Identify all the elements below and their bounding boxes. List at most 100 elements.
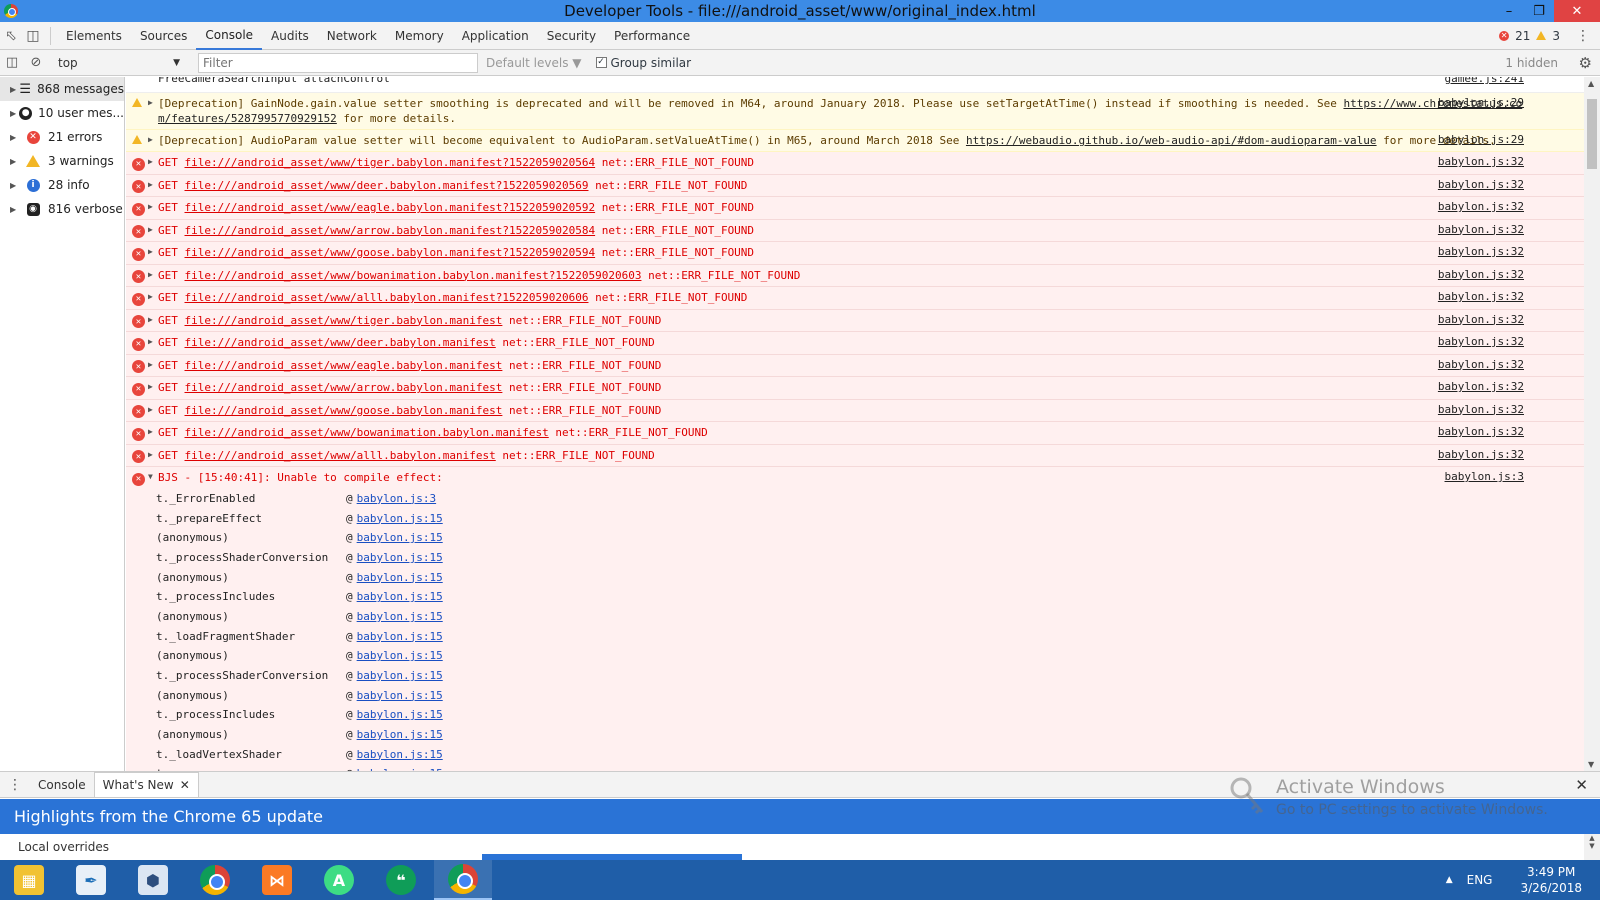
expand-arrow-icon[interactable]: ▶ <box>148 448 158 464</box>
filter-input[interactable] <box>198 52 478 73</box>
frame-location-link[interactable]: babylon.js:3 <box>357 492 436 505</box>
error-url[interactable]: file:///android_asset/www/bowanimation.b… <box>185 426 549 439</box>
console-scrollbar[interactable]: ▲ ▼ <box>1584 77 1600 771</box>
source-link[interactable]: babylon.js:29 <box>1438 96 1524 109</box>
frame-location-link[interactable]: babylon.js:15 <box>357 630 443 643</box>
error-url[interactable]: file:///android_asset/www/arrow.babylon.… <box>185 381 503 394</box>
source-link[interactable]: babylon.js:32 <box>1438 178 1524 191</box>
error-url[interactable]: file:///android_asset/www/deer.babylon.m… <box>185 179 589 192</box>
clear-console-icon[interactable]: ⊘ <box>24 50 48 76</box>
expanded-arrow-icon[interactable]: ▼ <box>148 470 158 486</box>
frame-location-link[interactable]: babylon.js:15 <box>357 571 443 584</box>
source-link[interactable]: babylon.js:29 <box>1438 133 1524 146</box>
source-link[interactable]: babylon.js:32 <box>1438 335 1524 348</box>
frame-location-link[interactable]: babylon.js:15 <box>357 512 443 525</box>
expand-arrow-icon[interactable]: ▶ <box>148 380 158 396</box>
scroll-up-icon[interactable]: ▲ <box>1588 79 1594 88</box>
frame-location-link[interactable]: babylon.js:15 <box>357 610 443 623</box>
sidebar-item-info[interactable]: ▶ i 28 info <box>0 173 124 197</box>
source-link[interactable]: babylon.js:32 <box>1438 223 1524 236</box>
source-link[interactable]: babylon.js:32 <box>1438 403 1524 416</box>
bjs-error-row[interactable]: ✕ ▼ BJS - [15:40:41]: Unable to compile … <box>126 467 1584 489</box>
expand-arrow-icon[interactable]: ▶ <box>10 109 19 118</box>
error-row[interactable]: ✕ ▶ GET file:///android_asset/www/bowanima… <box>126 264 1584 287</box>
error-url[interactable]: file:///android_asset/www/tiger.babylon.… <box>185 156 596 169</box>
feather-app-icon[interactable]: ✒ <box>62 860 120 900</box>
clock[interactable]: 3:49 PM 3/26/2018 <box>1520 864 1582 896</box>
expand-arrow-icon[interactable]: ▶ <box>148 290 158 306</box>
error-url[interactable]: file:///android_asset/www/tiger.babylon.… <box>185 314 503 327</box>
device-toolbar-icon[interactable]: ◫ <box>22 22 44 50</box>
frame-location-link[interactable]: babylon.js:15 <box>357 590 443 603</box>
expand-arrow-icon[interactable]: ▶ <box>10 85 19 94</box>
drawer-tab-whats-new[interactable]: What's New ✕ <box>93 772 199 797</box>
restore-button[interactable]: ❐ <box>1524 0 1554 22</box>
frame-location-link[interactable]: babylon.js:15 <box>357 748 443 761</box>
expand-arrow-icon[interactable]: ▶ <box>148 403 158 419</box>
error-row[interactable]: ✕ ▶ GET file:///android_asset/www/bowanima… <box>126 422 1584 445</box>
warning-row[interactable]: ▶ [Deprecation] GainNode.gain.value sette… <box>126 93 1584 130</box>
source-link[interactable]: babylon.js:3 <box>1445 470 1524 483</box>
close-drawer-icon[interactable]: ✕ <box>1575 776 1588 794</box>
language-indicator[interactable]: ENG <box>1467 873 1493 887</box>
drawer-tab-console[interactable]: Console <box>30 772 94 797</box>
frame-location-link[interactable]: babylon.js:15 <box>357 728 443 741</box>
tab-memory[interactable]: Memory <box>386 22 453 50</box>
source-link[interactable]: babylon.js:32 <box>1438 268 1524 281</box>
close-window-button[interactable]: ✕ <box>1554 0 1600 22</box>
error-row[interactable]: ✕ ▶ GET file:///android_asset/www/goose.ba… <box>126 242 1584 265</box>
error-url[interactable]: file:///android_asset/www/arrow.babylon.… <box>185 224 596 237</box>
drawer-menu-icon[interactable]: ⋮ <box>0 777 30 793</box>
xampp-icon[interactable]: ⋈ <box>248 860 306 900</box>
warning-link[interactable]: https://webaudio.github.io/web-audio-api… <box>966 134 1377 147</box>
sidebar-item-list[interactable]: ▶ ☰ 868 messages <box>0 77 124 101</box>
tab-sources[interactable]: Sources <box>131 22 196 50</box>
close-tab-icon[interactable]: ✕ <box>180 778 190 792</box>
tab-audits[interactable]: Audits <box>262 22 318 50</box>
tab-performance[interactable]: Performance <box>605 22 699 50</box>
file-explorer-icon[interactable]: ▦ <box>0 860 58 900</box>
tab-console[interactable]: Console <box>196 22 263 50</box>
error-row[interactable]: ✕ ▶ GET file:///android_asset/www/alll.bab… <box>126 444 1584 467</box>
tab-application[interactable]: Application <box>453 22 538 50</box>
source-link[interactable]: babylon.js:32 <box>1438 290 1524 303</box>
expand-arrow-icon[interactable]: ▶ <box>148 178 158 194</box>
error-url[interactable]: file:///android_asset/www/goose.babylon.… <box>185 404 503 417</box>
log-message[interactable]: FreeCameraSearchInput attachControl game… <box>126 77 1584 93</box>
error-url[interactable]: file:///android_asset/www/eagle.babylon.… <box>185 201 596 214</box>
box-app-icon[interactable]: ⬢ <box>124 860 182 900</box>
sidebar-item-warning[interactable]: ▶ 3 warnings <box>0 149 124 173</box>
inspect-element-icon[interactable]: ⬁ <box>0 22 22 50</box>
log-levels-dropdown[interactable]: Default levels ▼ <box>486 56 582 70</box>
sidebar-item-user[interactable]: ▶ ● 10 user mes... <box>0 101 124 125</box>
frame-location-link[interactable]: babylon.js:15 <box>357 551 443 564</box>
error-url[interactable]: file:///android_asset/www/bowanimation.b… <box>185 269 642 282</box>
expand-arrow-icon[interactable]: ▶ <box>10 133 24 142</box>
source-link[interactable]: babylon.js:32 <box>1438 200 1524 213</box>
error-url[interactable]: file:///android_asset/www/deer.babylon.m… <box>185 336 496 349</box>
frame-location-link[interactable]: babylon.js:15 <box>357 689 443 702</box>
minimize-button[interactable]: – <box>1494 0 1524 22</box>
expand-arrow-icon[interactable]: ▶ <box>148 200 158 216</box>
source-link[interactable]: babylon.js:32 <box>1438 155 1524 168</box>
chrome-icon[interactable] <box>186 860 244 900</box>
warning-row[interactable]: ▶ [Deprecation] AudioParam value setter w… <box>126 130 1584 152</box>
frame-location-link[interactable]: babylon.js:15 <box>357 531 443 544</box>
error-row[interactable]: ✕ ▶ GET file:///android_asset/www/deer.bab… <box>126 174 1584 197</box>
error-row[interactable]: ✕ ▶ GET file:///android_asset/www/deer.bab… <box>126 332 1584 355</box>
error-url[interactable]: file:///android_asset/www/alll.babylon.m… <box>185 449 496 462</box>
source-link[interactable]: babylon.js:32 <box>1438 313 1524 326</box>
android-studio-icon[interactable]: A <box>310 860 368 900</box>
expand-arrow-icon[interactable]: ▶ <box>148 155 158 171</box>
source-link[interactable]: babylon.js:32 <box>1438 448 1524 461</box>
chrome-icon[interactable] <box>434 860 492 900</box>
expand-arrow-icon[interactable]: ▶ <box>148 133 158 148</box>
expand-arrow-icon[interactable]: ▶ <box>148 358 158 374</box>
frame-location-link[interactable]: babylon.js:15 <box>357 669 443 682</box>
group-similar-toggle[interactable]: ✓ Group similar <box>595 56 691 70</box>
error-row[interactable]: ✕ ▶ GET file:///android_asset/www/alll.bab… <box>126 287 1584 310</box>
whats-new-scrollbar[interactable]: ▲ ▼ <box>1584 834 1600 860</box>
sidebar-item-error[interactable]: ▶ ✕ 21 errors <box>0 125 124 149</box>
whats-new-item[interactable]: Local overrides <box>18 840 109 854</box>
error-row[interactable]: ✕ ▶ GET file:///android_asset/www/eagle.ba… <box>126 197 1584 220</box>
